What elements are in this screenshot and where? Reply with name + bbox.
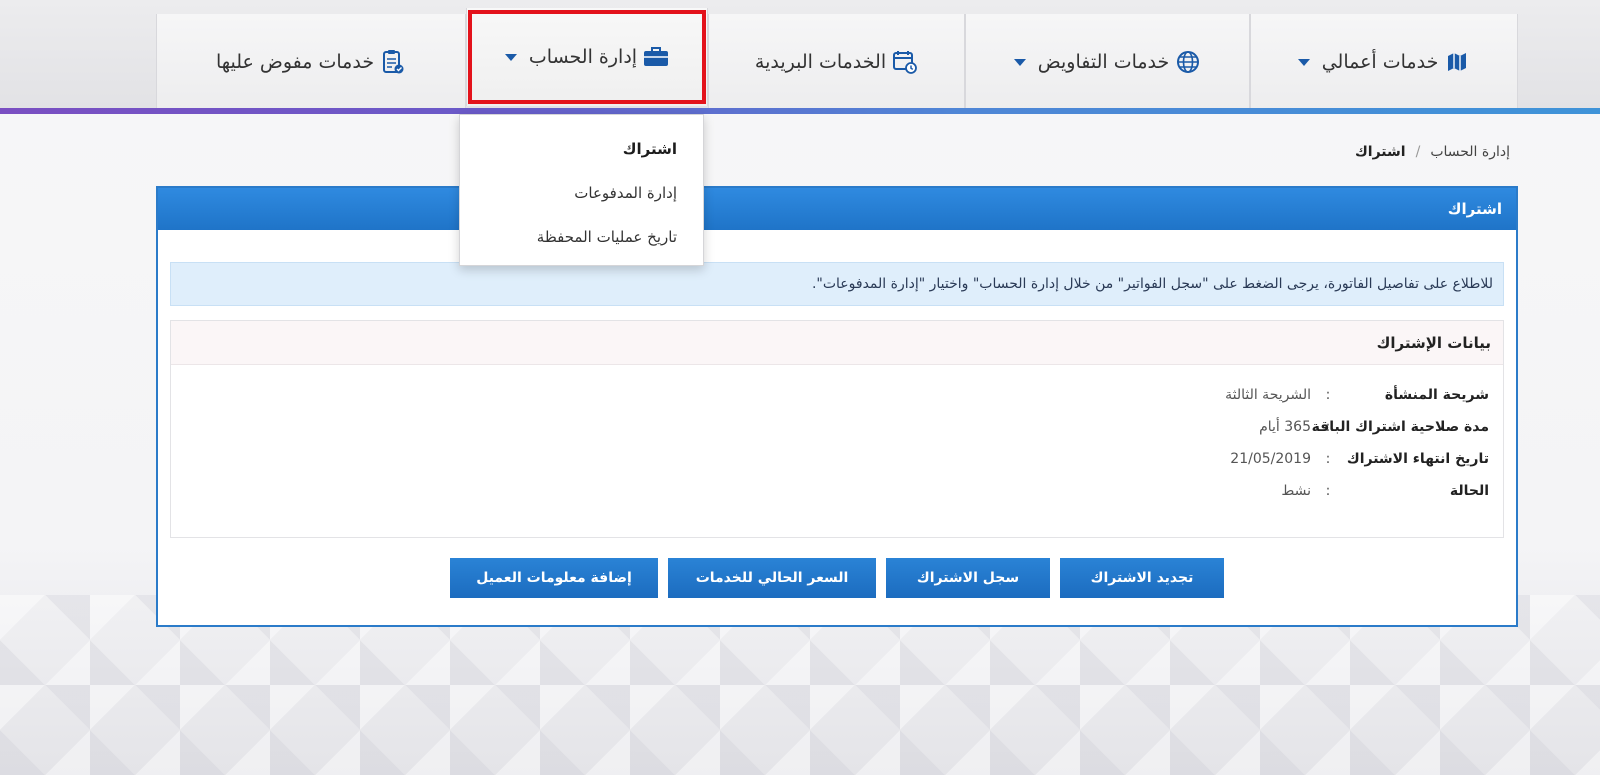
subscription-info-box: بيانات الإشتراك شريحة المنشأة : الشريحة … bbox=[170, 320, 1504, 538]
subscription-history-button[interactable]: سجل الاشتراك bbox=[886, 558, 1050, 598]
current-price-button[interactable]: السعر الحالي للخدمات bbox=[668, 558, 876, 598]
account-management-dropdown: اشتراك إدارة المدفوعات تاريخ عمليات المح… bbox=[459, 114, 704, 266]
info-label: مدة صلاحية اشتراك الباقة bbox=[1311, 419, 1489, 435]
nav-tab-account-management[interactable]: إدارة الحساب bbox=[466, 8, 708, 106]
info-row-status: الحالة : نشط bbox=[171, 475, 1489, 507]
business-map-icon bbox=[1444, 49, 1470, 75]
status-value: نشط bbox=[1281, 483, 1311, 499]
nav-tab-postal[interactable]: الخدمات البريدية bbox=[708, 14, 965, 110]
info-label: شريحة المنشأة bbox=[1384, 387, 1489, 403]
add-client-info-button[interactable]: إضافة معلومات العميل bbox=[450, 558, 658, 598]
nav-tab-label: خدمات مفوض عليها bbox=[215, 51, 375, 73]
invoice-notice: للاطلاع على تفاصيل الفاتورة، يرجى الضغط … bbox=[170, 262, 1504, 306]
nav-gradient-bar bbox=[0, 108, 1600, 114]
briefcase-icon bbox=[643, 44, 669, 70]
info-rows: شريحة المنشأة : الشريحة الثالثة مدة صلاح… bbox=[171, 365, 1503, 507]
action-buttons: تجديد الاشتراك سجل الاشتراك السعر الحالي… bbox=[158, 558, 1516, 598]
info-value: الشريحة الثالثة bbox=[1225, 387, 1311, 403]
dropdown-item-payments[interactable]: إدارة المدفوعات bbox=[460, 171, 703, 215]
nav-tab-authorized-services[interactable]: خدمات مفوض عليها bbox=[156, 14, 466, 110]
info-colon: : bbox=[1325, 387, 1331, 403]
info-value: 365 أيام bbox=[1259, 419, 1311, 435]
nav-tab-my-business[interactable]: خدمات أعمالي bbox=[1250, 14, 1518, 110]
chevron-down-icon bbox=[1297, 58, 1310, 66]
breadcrumb-parent[interactable]: إدارة الحساب bbox=[1430, 144, 1510, 160]
subscription-panel: اشتراك للاطلاع على تفاصيل الفاتورة، يرجى… bbox=[156, 186, 1518, 627]
nav-tab-delegation[interactable]: خدمات التفاويض bbox=[965, 14, 1250, 110]
info-box-title: بيانات الإشتراك bbox=[171, 321, 1503, 365]
globe-icon bbox=[1175, 49, 1201, 75]
info-label: تاريخ انتهاء الاشتراك bbox=[1346, 451, 1489, 467]
info-row-duration: مدة صلاحية اشتراك الباقة : 365 أيام bbox=[171, 411, 1489, 443]
calendar-clock-icon bbox=[892, 49, 918, 75]
info-row-tier: شريحة المنشأة : الشريحة الثالثة bbox=[171, 379, 1489, 411]
breadcrumb-separator: / bbox=[1415, 144, 1421, 160]
dropdown-item-subscription[interactable]: اشتراك bbox=[460, 127, 703, 171]
top-navigation: خدمات أعمالي خدمات التفاويض الخدمات البر… bbox=[0, 0, 1600, 110]
renew-subscription-button[interactable]: تجديد الاشتراك bbox=[1060, 558, 1224, 598]
info-colon: : bbox=[1325, 483, 1331, 499]
nav-tab-label: إدارة الحساب bbox=[528, 46, 638, 68]
info-value: 21/05/2019 bbox=[1230, 451, 1311, 467]
chevron-down-icon bbox=[1013, 58, 1026, 66]
nav-tab-label: خدمات أعمالي bbox=[1321, 51, 1439, 73]
info-row-expiry: تاريخ انتهاء الاشتراك : 21/05/2019 bbox=[171, 443, 1489, 475]
info-colon: : bbox=[1325, 419, 1331, 435]
dropdown-item-wallet-history[interactable]: تاريخ عمليات المحفظة bbox=[460, 215, 703, 259]
nav-tab-label: الخدمات البريدية bbox=[754, 51, 887, 73]
breadcrumb: إدارة الحساب / اشتراك bbox=[1355, 144, 1510, 160]
breadcrumb-current: اشتراك bbox=[1354, 144, 1406, 160]
info-label: الحالة bbox=[1449, 483, 1489, 499]
panel-title: اشتراك bbox=[158, 188, 1516, 230]
nav-tab-label: خدمات التفاويض bbox=[1037, 51, 1170, 73]
clipboard-check-icon bbox=[380, 49, 406, 75]
chevron-down-icon bbox=[504, 53, 517, 61]
info-colon: : bbox=[1325, 451, 1331, 467]
